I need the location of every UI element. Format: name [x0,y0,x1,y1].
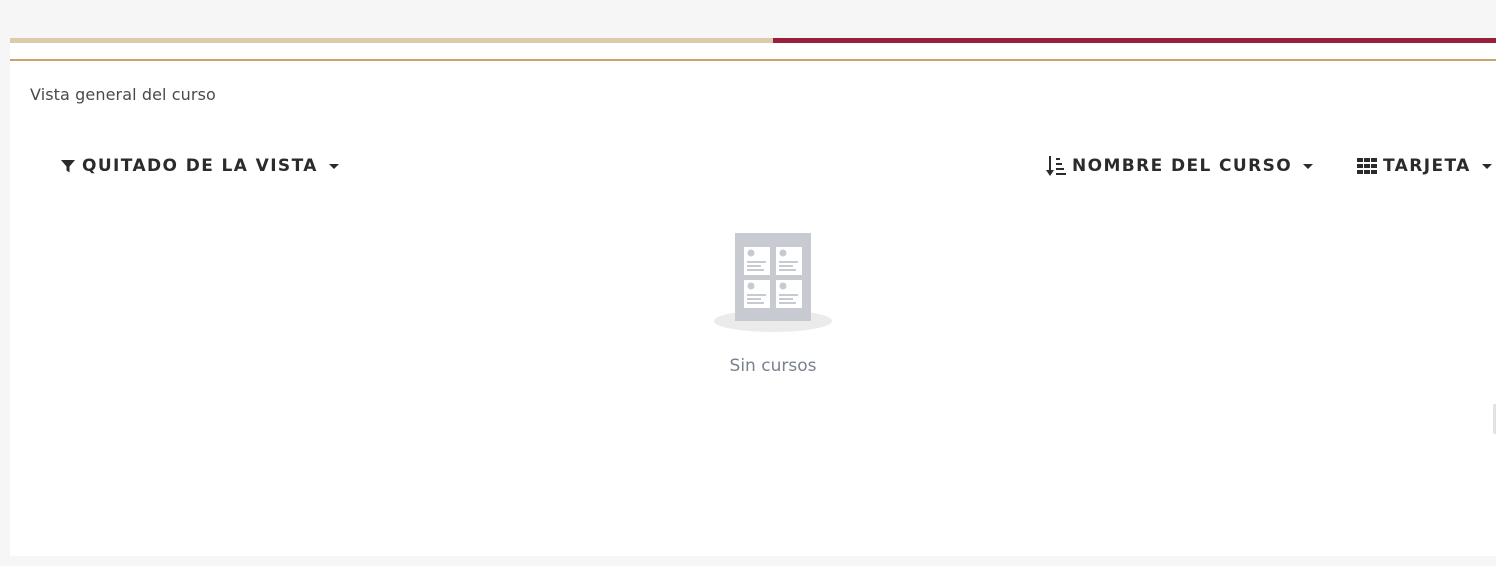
empty-state-message: Sin cursos [729,356,817,376]
grid-icon [1357,158,1377,174]
courses-empty-illustration [713,233,833,333]
filter-dropdown-label: QUITADO DE LA VISTA [82,156,318,176]
block-top-border [10,59,1496,61]
chevron-down-icon [1303,163,1314,169]
course-overview-block: Vista general del curso QUITADO DE LA VI… [10,43,1496,556]
sort-dropdown-label: NOMBRE DEL CURSO [1072,156,1293,176]
sort-dropdown-button[interactable]: NOMBRE DEL CURSO [1046,154,1314,178]
view-dropdown-label: TARJETA [1383,156,1471,176]
sort-amount-icon [1046,155,1066,177]
block-title: Vista general del curso [30,85,216,104]
view-dropdown-button[interactable]: TARJETA [1357,154,1492,178]
chevron-down-icon [1481,163,1492,169]
filter-icon [60,158,76,174]
filter-dropdown-button[interactable]: QUITADO DE LA VISTA [60,154,339,178]
chevron-down-icon [328,163,339,169]
